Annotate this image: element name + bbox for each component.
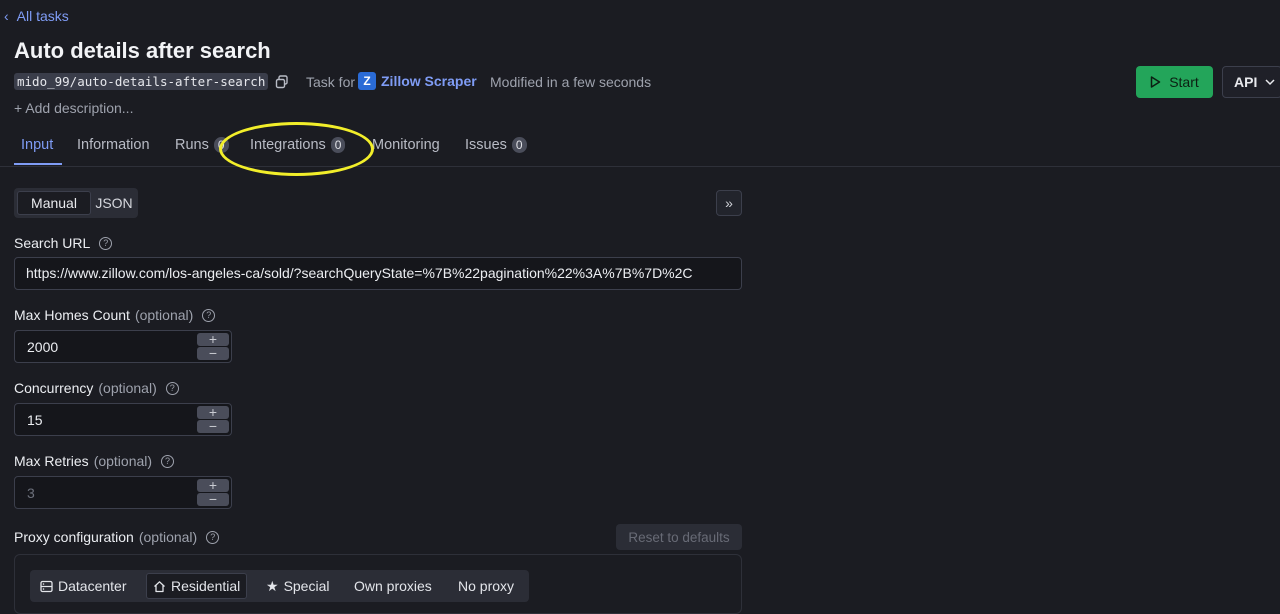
tab-monitoring[interactable]: Monitoring [372, 137, 440, 153]
field-label: Concurrency [14, 380, 94, 396]
tab-issues[interactable]: Issues 0 [465, 137, 527, 153]
max-homes-label: Max Homes Count (optional) ? [14, 307, 216, 323]
concurrency-input[interactable]: 15 + − [14, 403, 232, 436]
field-label: Proxy configuration [14, 529, 134, 545]
proxy-option-label: Special [283, 578, 330, 594]
issues-count-badge: 0 [511, 137, 527, 153]
input-value: 15 [27, 412, 43, 428]
tab-label: Input [21, 137, 54, 153]
expand-panel-button[interactable]: » [716, 190, 742, 216]
help-icon[interactable]: ? [206, 530, 220, 544]
tab-label: Runs [175, 137, 209, 153]
json-mode-button[interactable]: JSON [94, 191, 134, 215]
task-for-label: Task for [306, 74, 356, 90]
reset-to-defaults-button[interactable]: Reset to defaults [616, 524, 742, 550]
active-tab-indicator [14, 163, 62, 165]
proxy-type-selector: Datacenter Residential ★ Special Own pro… [30, 570, 529, 602]
concurrency-label: Concurrency (optional) ? [14, 380, 179, 396]
zillow-logo-icon: Z [358, 72, 376, 90]
api-button-label: API [1234, 74, 1258, 90]
help-icon[interactable]: ? [99, 236, 113, 250]
chevron-down-icon [1265, 78, 1275, 85]
highlight-circle-annotation [219, 122, 374, 176]
optional-tag: (optional) [138, 529, 198, 545]
proxy-option-datacenter[interactable]: Datacenter [34, 573, 132, 599]
home-icon [154, 580, 165, 592]
chevron-left-icon: ‹ [4, 8, 9, 24]
max-retries-input[interactable]: 3 + − [14, 476, 232, 509]
copy-icon[interactable] [275, 75, 289, 89]
max-homes-input[interactable]: 2000 + − [14, 330, 232, 363]
start-button[interactable]: Start [1136, 66, 1213, 98]
manual-mode-button[interactable]: Manual [17, 191, 91, 215]
tab-label: Monitoring [372, 137, 440, 153]
decrement-button[interactable]: − [197, 492, 229, 506]
tab-input[interactable]: Input [21, 137, 53, 153]
tab-information[interactable]: Information [77, 137, 150, 153]
field-label: Search URL [14, 235, 91, 251]
proxy-option-label: No proxy [458, 578, 515, 594]
api-button[interactable]: API [1222, 66, 1280, 98]
max-retries-label: Max Retries (optional) ? [14, 453, 175, 469]
proxy-option-own[interactable]: Own proxies [348, 573, 438, 599]
input-placeholder: 3 [27, 485, 35, 501]
server-icon [40, 580, 53, 592]
field-label: Max Homes Count [14, 307, 130, 323]
actor-link[interactable]: Zillow Scraper [381, 73, 477, 89]
decrement-button[interactable]: − [197, 346, 229, 360]
input-mode-toggle: Manual JSON [14, 188, 138, 218]
modified-status: Modified in a few seconds [490, 74, 652, 90]
help-icon[interactable]: ? [202, 308, 216, 322]
help-icon[interactable]: ? [161, 454, 175, 468]
proxy-option-residential[interactable]: Residential [146, 573, 248, 599]
field-label: Max Retries [14, 453, 89, 469]
optional-tag: (optional) [98, 380, 157, 396]
search-url-label: Search URL ? [14, 235, 113, 251]
input-value: 2000 [27, 339, 59, 355]
star-icon: ★ [266, 577, 279, 594]
help-icon[interactable]: ? [165, 381, 179, 395]
page-title: Auto details after search [14, 38, 271, 63]
proxy-option-none[interactable]: No proxy [452, 573, 520, 599]
add-description-link[interactable]: + Add description... [14, 100, 133, 116]
play-icon [1150, 76, 1161, 88]
back-link-label: All tasks [16, 8, 69, 24]
proxy-config-label: Proxy configuration (optional) ? [14, 529, 220, 545]
proxy-option-label: Datacenter [58, 578, 127, 594]
proxy-option-label: Own proxies [354, 578, 432, 594]
back-link[interactable]: ‹ All tasks [4, 8, 69, 24]
optional-tag: (optional) [93, 453, 153, 469]
search-url-input[interactable]: https://www.zillow.com/los-angeles-ca/so… [14, 257, 742, 290]
tab-label: Issues [465, 137, 507, 153]
tab-label: Information [77, 137, 150, 153]
optional-tag: (optional) [134, 307, 194, 323]
proxy-option-label: Residential [171, 578, 241, 594]
tab-bar: Input Information Runs 0 Integrations 0 … [0, 128, 1280, 167]
decrement-button[interactable]: − [197, 419, 229, 433]
start-button-label: Start [1169, 74, 1199, 90]
task-slug: mido_99/auto-details-after-search [14, 73, 269, 90]
proxy-option-special[interactable]: ★ Special [260, 573, 335, 599]
